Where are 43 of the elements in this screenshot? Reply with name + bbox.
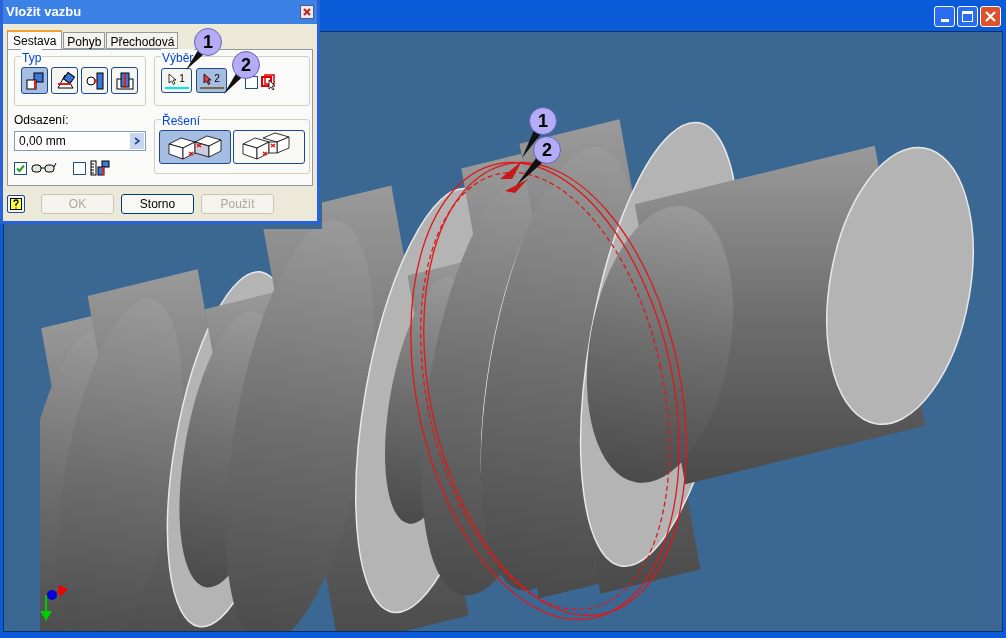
dialog-button[interactable]: Storno <box>121 194 194 214</box>
minimize-icon <box>940 19 949 22</box>
help-button[interactable] <box>7 195 25 213</box>
constraint-type-button[interactable] <box>51 67 78 94</box>
selection-button[interactable]: 1 <box>161 68 192 93</box>
offset-value: 0,00 mm <box>18 133 67 150</box>
solution-button[interactable] <box>159 130 231 164</box>
pointer-icon <box>203 72 213 85</box>
insert-icon <box>114 70 135 91</box>
checkbox[interactable] <box>73 161 86 175</box>
constraint-type-button[interactable] <box>111 67 138 94</box>
mate-solution-icon <box>167 132 223 162</box>
offset-ruler-icon <box>90 160 110 176</box>
part-pointer-icon <box>261 74 277 90</box>
maximize-button[interactable] <box>957 6 978 27</box>
checkbox[interactable] <box>14 161 27 175</box>
pointer-icon <box>168 72 178 85</box>
constraint-marker <box>505 179 528 193</box>
angle-icon <box>54 70 75 91</box>
minimize-button[interactable] <box>934 6 955 27</box>
dialog-tab[interactable]: Pohyb <box>63 32 106 49</box>
dialog-close-button[interactable] <box>300 5 314 19</box>
offset-field[interactable]: 0,00 mm <box>14 131 146 151</box>
close-icon <box>985 11 996 22</box>
dialog-tab[interactable]: Přechodová <box>106 32 179 49</box>
axis-triad-icon <box>38 583 68 623</box>
dialog-title: Vložit vazbu <box>6 3 82 22</box>
mate-icon <box>24 70 45 91</box>
help-icon <box>10 198 22 210</box>
constraint-type-button[interactable] <box>81 67 108 94</box>
maximize-icon <box>962 11 973 22</box>
group-label: Typ <box>21 49 43 67</box>
solution-button[interactable] <box>233 130 305 164</box>
constraint-type-button[interactable] <box>21 67 48 94</box>
close-icon <box>303 8 311 16</box>
close-button[interactable] <box>980 6 1001 27</box>
offset-label: Odsazení: <box>14 112 70 129</box>
constraint-marker <box>500 161 522 179</box>
dialog-tab[interactable]: Sestava <box>7 30 63 49</box>
glasses-icon <box>31 162 57 174</box>
tangent-icon <box>84 70 105 91</box>
group-label: Výběr <box>161 49 195 67</box>
selection-button[interactable]: 2 <box>196 68 227 93</box>
